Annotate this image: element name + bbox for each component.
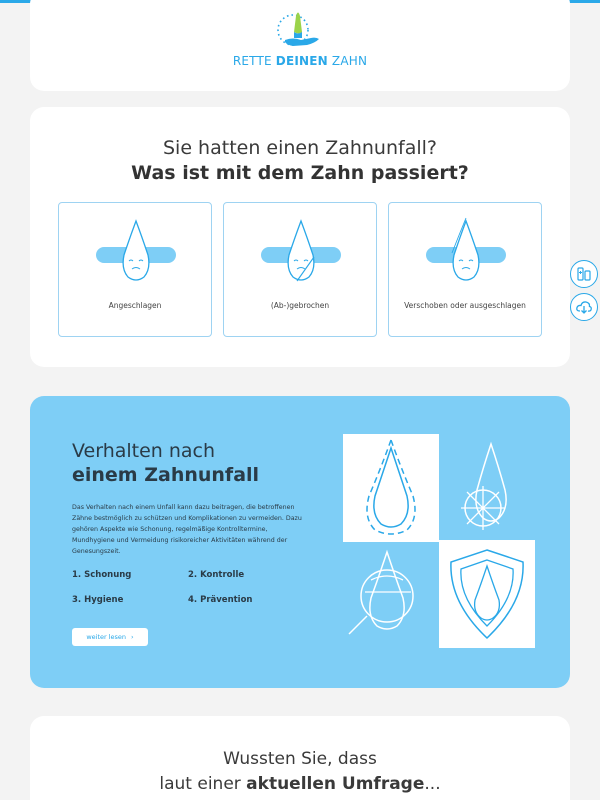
behavior-item-2: 2. Kontrolle [188,570,245,580]
dental-kit-button[interactable] [570,260,598,288]
behavior-description: Das Verhalten nach einem Unfall kann daz… [72,504,302,555]
read-more-label: weiter lesen [86,633,127,641]
survey-line2: laut einer aktuellen Umfrage... [30,774,570,794]
tooth-care-illustration [343,434,535,648]
survey-line2-plain: laut einer [159,774,247,794]
option-broken[interactable]: (Ab-)gebrochen [223,202,377,337]
accident-question-line2: Was ist mit dem Zahn passiert? [131,162,469,184]
behavior-item-1: 1. Schonung [72,570,132,580]
read-more-button[interactable]: weiter lesen › [72,628,148,646]
behavior-title-line1: Verhalten nach [72,440,216,462]
logo-word-3: ZAHN [327,54,368,68]
survey-line2-bold: aktuellen Umfrage [246,774,425,794]
survey-line1: Wussten Sie, dass [223,749,377,769]
behavior-title-line2: einem Zahnunfall [72,464,260,486]
header-card: RETTE DEINEN ZAHN [30,0,570,91]
download-cloud-icon [576,301,592,314]
accident-card: Sie hatten einen Zahnunfall? Was ist mit… [30,107,570,367]
chevron-right-icon: › [131,633,134,641]
behavior-card: Verhalten nach einem Zahnunfall Das Verh… [30,396,570,688]
logo-word-1: RETTE [232,54,276,68]
accident-question-line1: Sie hatten einen Zahnunfall? [162,137,437,159]
chipped-tooth-icon [96,219,176,281]
download-button[interactable] [570,293,598,321]
option-displaced-label: Verschoben oder ausgeschlagen [404,301,526,310]
option-chipped[interactable]: Angeschlagen [58,202,212,337]
option-chipped-label: Angeschlagen [108,301,162,310]
behavior-item-3: 3. Hygiene [72,595,124,605]
behavior-item-4: 4. Prävention [188,595,253,605]
tooth-in-hand-logo[interactable] [275,8,325,52]
option-broken-label: (Ab-)gebrochen [270,301,330,310]
logo-wordmark[interactable]: RETTE DEINEN ZAHN [30,54,570,68]
dental-kit-icon [577,267,591,281]
logo-word-2: DEINEN [275,54,328,68]
option-displaced[interactable]: Verschoben oder ausgeschlagen [388,202,542,337]
displaced-tooth-icon [426,217,506,281]
broken-tooth-icon [261,219,341,282]
survey-card: Wussten Sie, dass laut einer aktuellen U… [30,716,570,800]
survey-line2-end: ... [424,774,441,794]
